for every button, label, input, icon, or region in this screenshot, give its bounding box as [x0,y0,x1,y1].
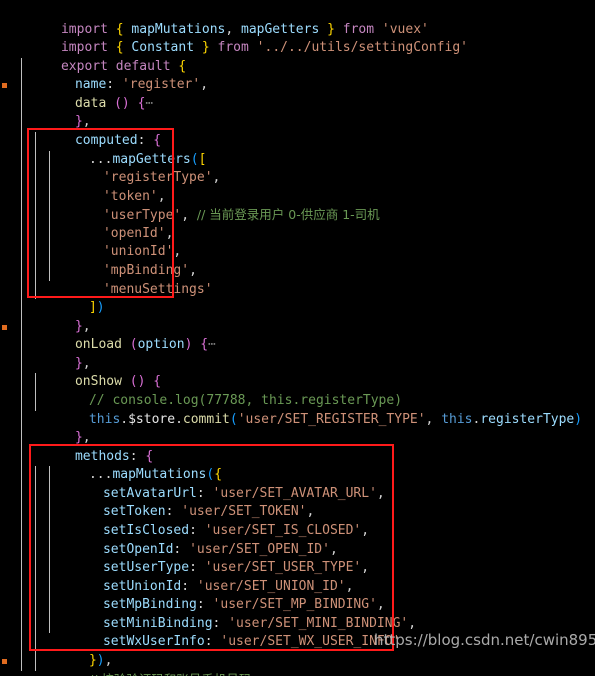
code-line: methods: { [74,448,154,464]
code-line: setWxUserInfo: 'user/SET_WX_USER_INFO' [102,634,401,650]
token-paren: ) [96,300,105,316]
code-line-folded[interactable]: onLoad (option) {⋯ [28,318,216,352]
token-property: registerType [480,411,575,427]
token-property: $store [128,411,176,427]
code-line: onShow () { [28,355,161,389]
code-line: }, [74,355,91,371]
fold-ellipsis-icon[interactable]: ⋯ [145,96,153,111]
code-line: ]) [42,281,105,315]
code-line: setMpBinding: 'user/SET_MP_BINDING', [102,597,385,613]
token-keyword: from [217,40,249,56]
code-line: 'openId', [102,225,174,241]
code-line: }, [74,430,91,446]
code-line: // 校验验证码和账号手机号码 [42,652,251,676]
code-line: // console.log(77788, this.registerType) [42,373,402,408]
token-paren: ) [574,411,583,427]
code-line: export default { [14,39,186,74]
code-line: ...mapGetters([ [88,151,207,167]
code-line: 'registerType', [102,170,221,186]
code-line: setIsClosed: 'user/SET_IS_CLOSED', [102,522,370,538]
code-editor-viewport[interactable]: import { mapMutations, mapGetters } from… [0,0,595,676]
code-line: 'unionId', [102,244,182,260]
code-line: 'userType', // 当前登录用户 0-供应商 1-司机 [102,207,380,224]
token-this: this [441,411,473,427]
code-line: name: 'register', [74,77,209,93]
code-line: setOpenId: 'user/SET_OPEN_ID', [102,541,338,557]
token-paren: ( [129,337,138,353]
code-line: ...mapMutations({ [88,467,223,483]
code-line-folded[interactable]: data () {⋯ [28,76,153,111]
token-property: setWxUserInfo [102,634,205,650]
code-line: setUserType: 'user/SET_USER_TYPE', [102,560,370,576]
token-string: 'user/SET_REGISTER_TYPE' [237,411,426,427]
code-line: setUnionId: 'user/SET_UNION_ID', [102,578,354,594]
code-line: 'mpBinding', [102,262,197,278]
code-lines: import { mapMutations, mapGetters } from… [0,0,595,676]
token-this: this [88,411,121,427]
code-line: setToken: 'user/SET_TOKEN', [102,504,315,520]
token-string: 'menuSettings' [102,281,213,297]
code-line: import { Constant } from '../../utils/se… [14,21,468,55]
token-comment: // 当前登录用户 0-供应商 1-司机 [196,207,380,223]
code-line: }), [88,652,113,668]
token-brace: { [200,337,209,353]
watermark-url: https://blog.csdn.net/cwin8951 [374,631,595,650]
code-line: this.$store.commit('user/SET_REGISTER_TY… [88,411,583,427]
token-paren: () [114,95,130,111]
token-brace: } [201,40,210,56]
code-line: import { mapMutations, mapGetters } from… [60,21,429,37]
code-line: }, [74,114,91,130]
code-line: }, [74,318,91,334]
token-method: commit [182,411,230,427]
fold-ellipsis-icon[interactable]: ⋯ [208,337,216,352]
code-line: 'menuSettings' [56,262,213,297]
code-line: 'token', [102,188,166,204]
token-parameter: option [137,337,185,353]
code-line: computed: { [74,132,162,148]
token-comment: // 校验验证码和账号手机号码 [89,672,251,676]
token-string: '../../utils/settingConfig' [256,40,468,56]
token-paren: ( [229,411,238,427]
code-line: setMiniBinding: 'user/SET_MINI_BINDING', [102,615,417,631]
code-line: setAvatarUrl: 'user/SET_AVATAR_URL', [102,485,385,501]
